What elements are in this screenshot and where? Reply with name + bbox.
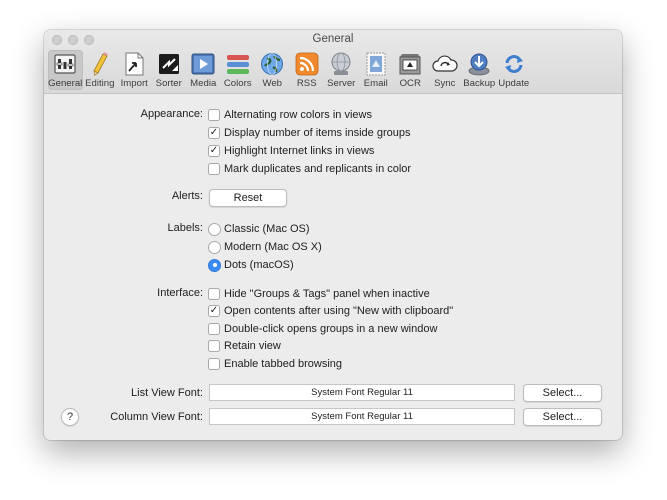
enable-tabbed-browsing-checkbox[interactable]: Enable tabbed browsing (208, 357, 342, 371)
radio-button[interactable] (208, 222, 221, 236)
retain-view-checkbox[interactable]: Retain view (208, 339, 281, 353)
ocr-scanner-icon (399, 54, 421, 75)
globe-icon (261, 53, 284, 75)
checkbox-box[interactable] (208, 358, 220, 370)
option-label: Double-click opens groups in a new windo… (224, 323, 438, 335)
toolbar-item-media[interactable]: Media (186, 50, 221, 90)
option-label: Retain view (224, 340, 281, 352)
toolbar-label: OCR (399, 78, 421, 89)
toolbar-item-update[interactable]: Update (497, 50, 532, 90)
server-icon (331, 52, 351, 75)
highlight-internet-links-checkbox[interactable]: ✓ Highlight Internet links in views (208, 144, 374, 158)
labels-modern-radio[interactable]: Modern (Mac OS X) (208, 240, 322, 254)
toolbar-label: RSS (296, 78, 317, 89)
checkmark-icon[interactable]: ✓ (208, 127, 220, 139)
toolbar-label: General (48, 78, 83, 89)
preferences-window: General General Editing Import Sorter Me… (44, 30, 622, 440)
option-label: Hide "Groups & Tags" panel when inactive (224, 288, 430, 300)
sync-cloud-icon (432, 55, 458, 72)
help-button[interactable]: ? (61, 408, 79, 426)
column-view-font-select-button[interactable]: Select... (523, 408, 602, 426)
toolbar-item-email[interactable]: Email (359, 50, 394, 90)
toolbar-label: Colors (223, 78, 252, 89)
option-label: Alternating row colors in views (224, 109, 372, 121)
email-stamp-icon (366, 52, 386, 76)
toolbar-label: Backup (463, 78, 496, 89)
option-label: Highlight Internet links in views (224, 145, 375, 157)
toolbar-item-editing[interactable]: Editing (83, 50, 118, 90)
update-arrows-icon (504, 55, 523, 73)
labels-classic-radio[interactable]: Classic (Mac OS) (208, 222, 310, 236)
alternating-row-colors-checkbox[interactable]: Alternating row colors in views (208, 108, 372, 122)
checkmark-icon[interactable]: ✓ (208, 305, 220, 317)
toolbar-label: Media (190, 78, 217, 89)
display-number-of-items-checkbox[interactable]: ✓ Display number of items inside groups (208, 126, 410, 140)
option-label: Modern (Mac OS X) (224, 241, 322, 253)
radio-button-selected[interactable] (208, 258, 221, 272)
toolbar-item-rss[interactable]: RSS (290, 50, 325, 90)
rss-icon (295, 52, 319, 76)
double-click-opens-groups-checkbox[interactable]: Double-click opens groups in a new windo… (208, 322, 437, 336)
alerts-label: Alerts: (171, 190, 203, 202)
interface-label: Interface: (157, 287, 203, 299)
import-document-icon (125, 52, 144, 76)
checkbox-box[interactable] (208, 163, 220, 175)
appearance-label: Appearance: (140, 108, 203, 120)
radio-button[interactable] (208, 240, 221, 254)
toolbar-label: Sorter (155, 78, 182, 89)
toolbar-item-sync[interactable]: Sync (428, 50, 463, 90)
option-label: Enable tabbed browsing (224, 358, 343, 370)
toolbar-label: Editing (85, 78, 115, 89)
checkbox-box[interactable] (208, 323, 220, 335)
option-label: Open contents after using "New with clip… (224, 305, 454, 317)
list-view-font-select-button[interactable]: Select... (523, 384, 602, 402)
media-play-icon (191, 53, 215, 75)
toolbar-label: Update (498, 78, 530, 89)
toolbar-label: Import (120, 78, 148, 89)
toolbar-item-ocr[interactable]: OCR (393, 50, 428, 90)
list-view-font-label: List View Font: (131, 387, 203, 399)
open-contents-after-new-checkbox[interactable]: ✓ Open contents after using "New with cl… (208, 304, 453, 318)
general-panel-icon (54, 54, 76, 74)
option-label: Mark duplicates and replicants in color (224, 163, 412, 175)
toolbar-item-sorter[interactable]: Sorter (152, 50, 187, 90)
toolbar-item-web[interactable]: Web (255, 50, 290, 90)
toolbar-item-import[interactable]: Import (117, 50, 152, 90)
list-view-font-field[interactable]: System Font Regular 11 (209, 384, 515, 401)
toolbar-item-general[interactable]: General (48, 50, 83, 90)
title-bar: General General Editing Import Sorter Me… (44, 30, 622, 94)
backup-drive-icon (468, 53, 490, 76)
mark-duplicates-checkbox[interactable]: Mark duplicates and replicants in color (208, 162, 411, 176)
toolbar-label: Email (363, 78, 388, 89)
window-title: General (312, 33, 354, 45)
toolbar-label: Web (262, 78, 283, 89)
toolbar-label: Server (327, 78, 356, 89)
checkbox-box[interactable] (208, 340, 220, 352)
hide-groups-tags-checkbox[interactable]: Hide "Groups & Tags" panel when inactive (208, 287, 430, 301)
sorter-icon (158, 54, 179, 74)
preferences-toolbar: General Editing Import Sorter Media Colo… (48, 50, 531, 90)
checkbox-box[interactable] (208, 288, 220, 300)
pencil-icon (93, 52, 108, 77)
toolbar-item-backup[interactable]: Backup (462, 50, 497, 90)
checkmark-icon[interactable]: ✓ (208, 145, 220, 157)
toolbar-item-server[interactable]: Server (324, 50, 359, 90)
option-label: Classic (Mac OS) (224, 223, 310, 235)
colors-stripes-icon (226, 55, 249, 74)
toolbar-label: Sync (434, 78, 456, 89)
option-label: Display number of items inside groups (224, 127, 411, 139)
checkbox-box[interactable] (208, 109, 220, 121)
option-label: Dots (macOS) (224, 259, 294, 271)
column-view-font-field[interactable]: System Font Regular 11 (209, 408, 515, 425)
labels-label: Labels: (167, 222, 203, 234)
reset-alerts-button[interactable]: Reset (209, 189, 287, 207)
toolbar-item-colors[interactable]: Colors (221, 50, 256, 90)
labels-dots-radio[interactable]: Dots (macOS) (208, 258, 294, 272)
